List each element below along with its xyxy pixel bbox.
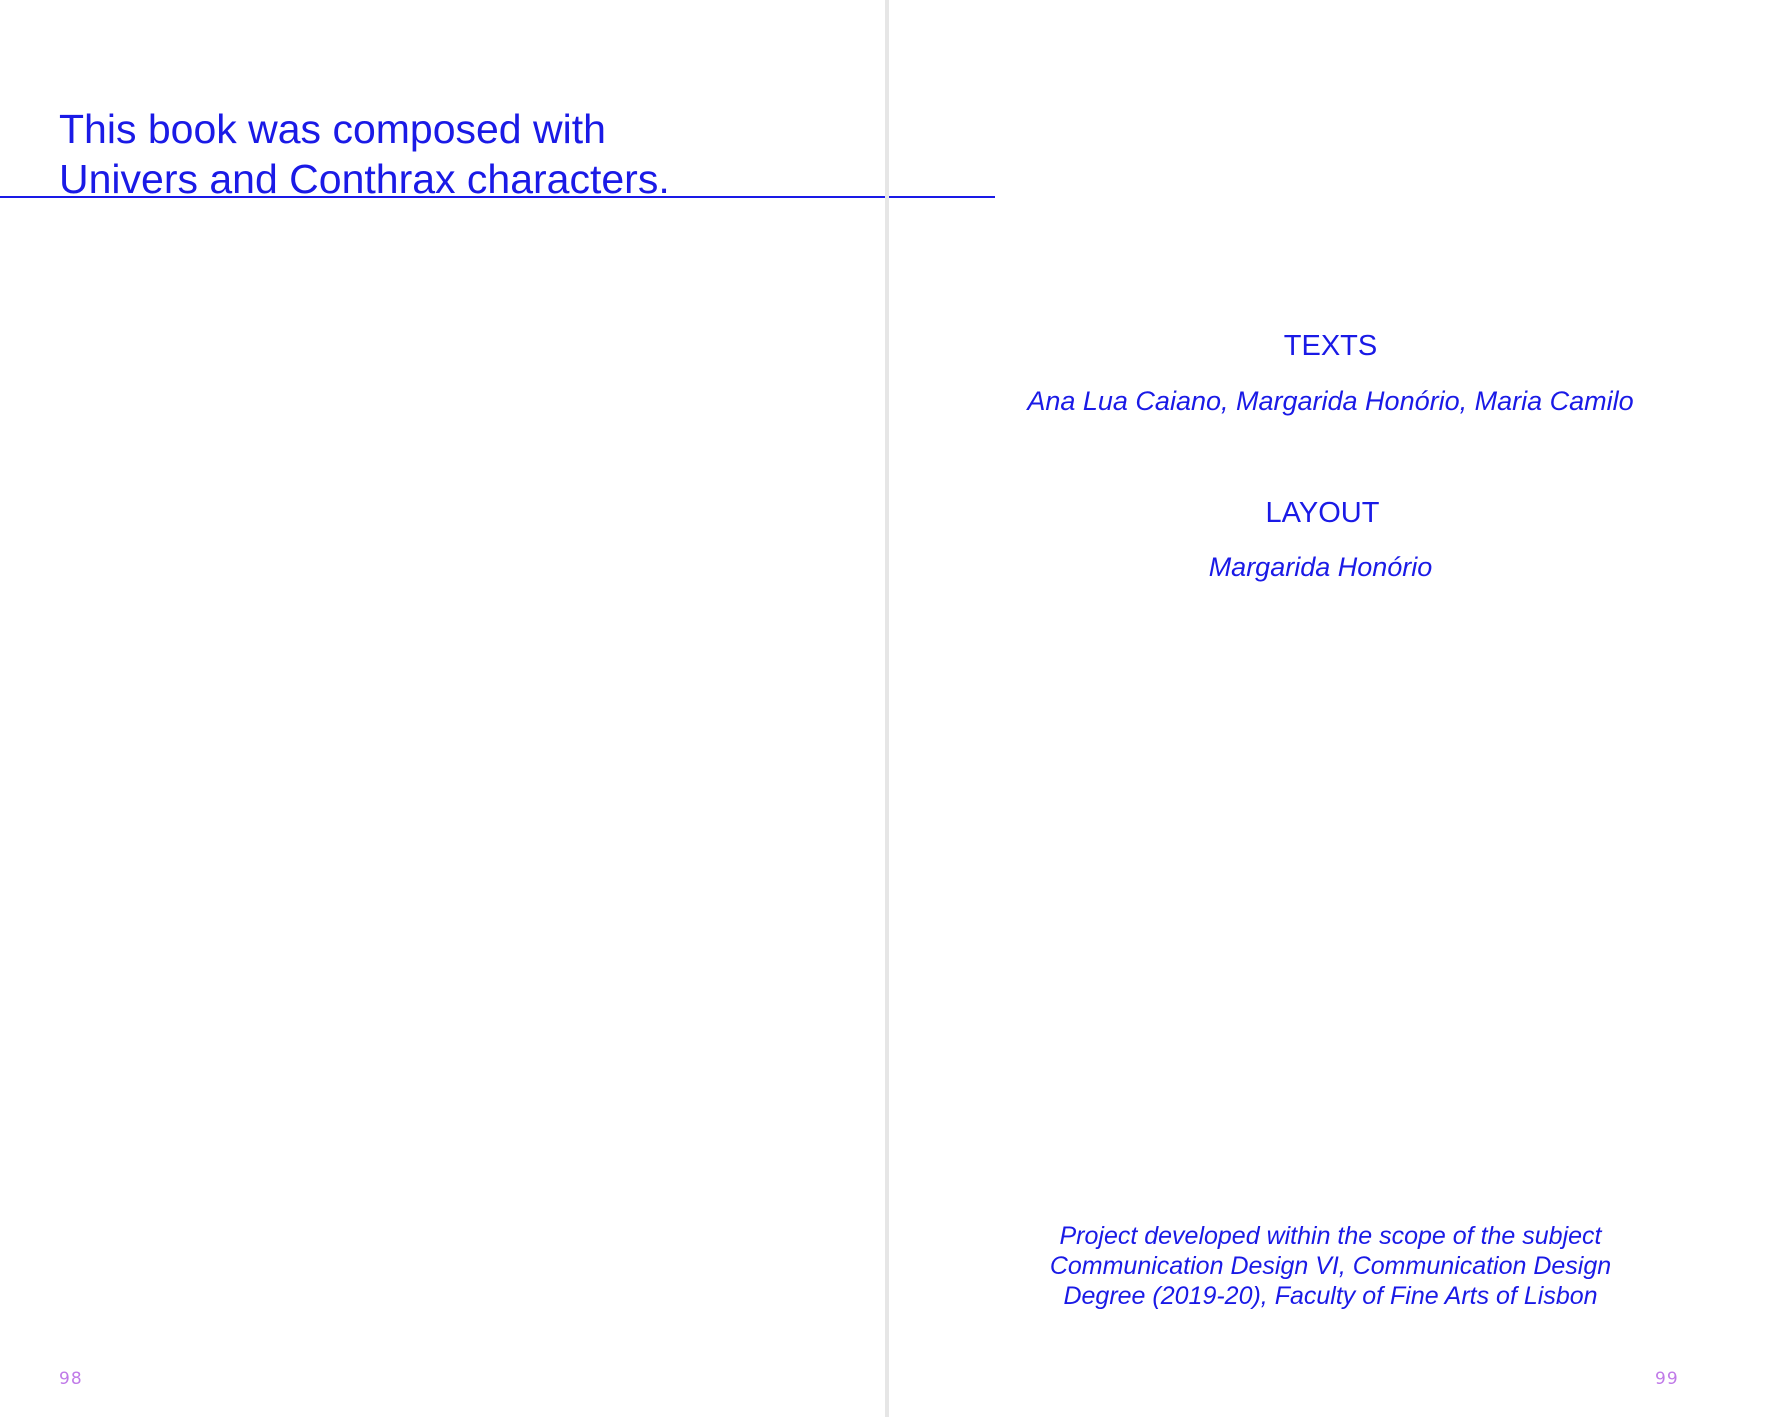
project-note-line: Degree (2019-20), Faculty of Fine Arts o… [1063,1282,1598,1310]
credit-label-texts: TEXTS [1283,330,1378,362]
right-page: TEXTS Ana Lua Caiano, Margarida Honório,… [889,0,1772,1417]
credit-label-layout: LAYOUT [1265,497,1380,529]
page-number-right: 99 [1655,1369,1679,1389]
horizontal-rule [0,196,995,198]
project-note-line: Project developed within the scope of th… [1059,1222,1602,1250]
colophon-line: This book was composed with [59,106,606,152]
page-number-left: 98 [59,1369,83,1389]
credit-names-layout: Margarida Honório [1208,552,1433,582]
book-spread: This book was composed with Univers and … [0,0,1772,1417]
project-note-line: Communication Design VI, Communication D… [1049,1252,1612,1280]
project-note: Project developed within the scope of th… [889,1221,1772,1311]
credit-names-texts: Ana Lua Caiano, Margarida Honório, Maria… [1027,386,1634,416]
colophon-text: This book was composed with Univers and … [59,104,879,204]
